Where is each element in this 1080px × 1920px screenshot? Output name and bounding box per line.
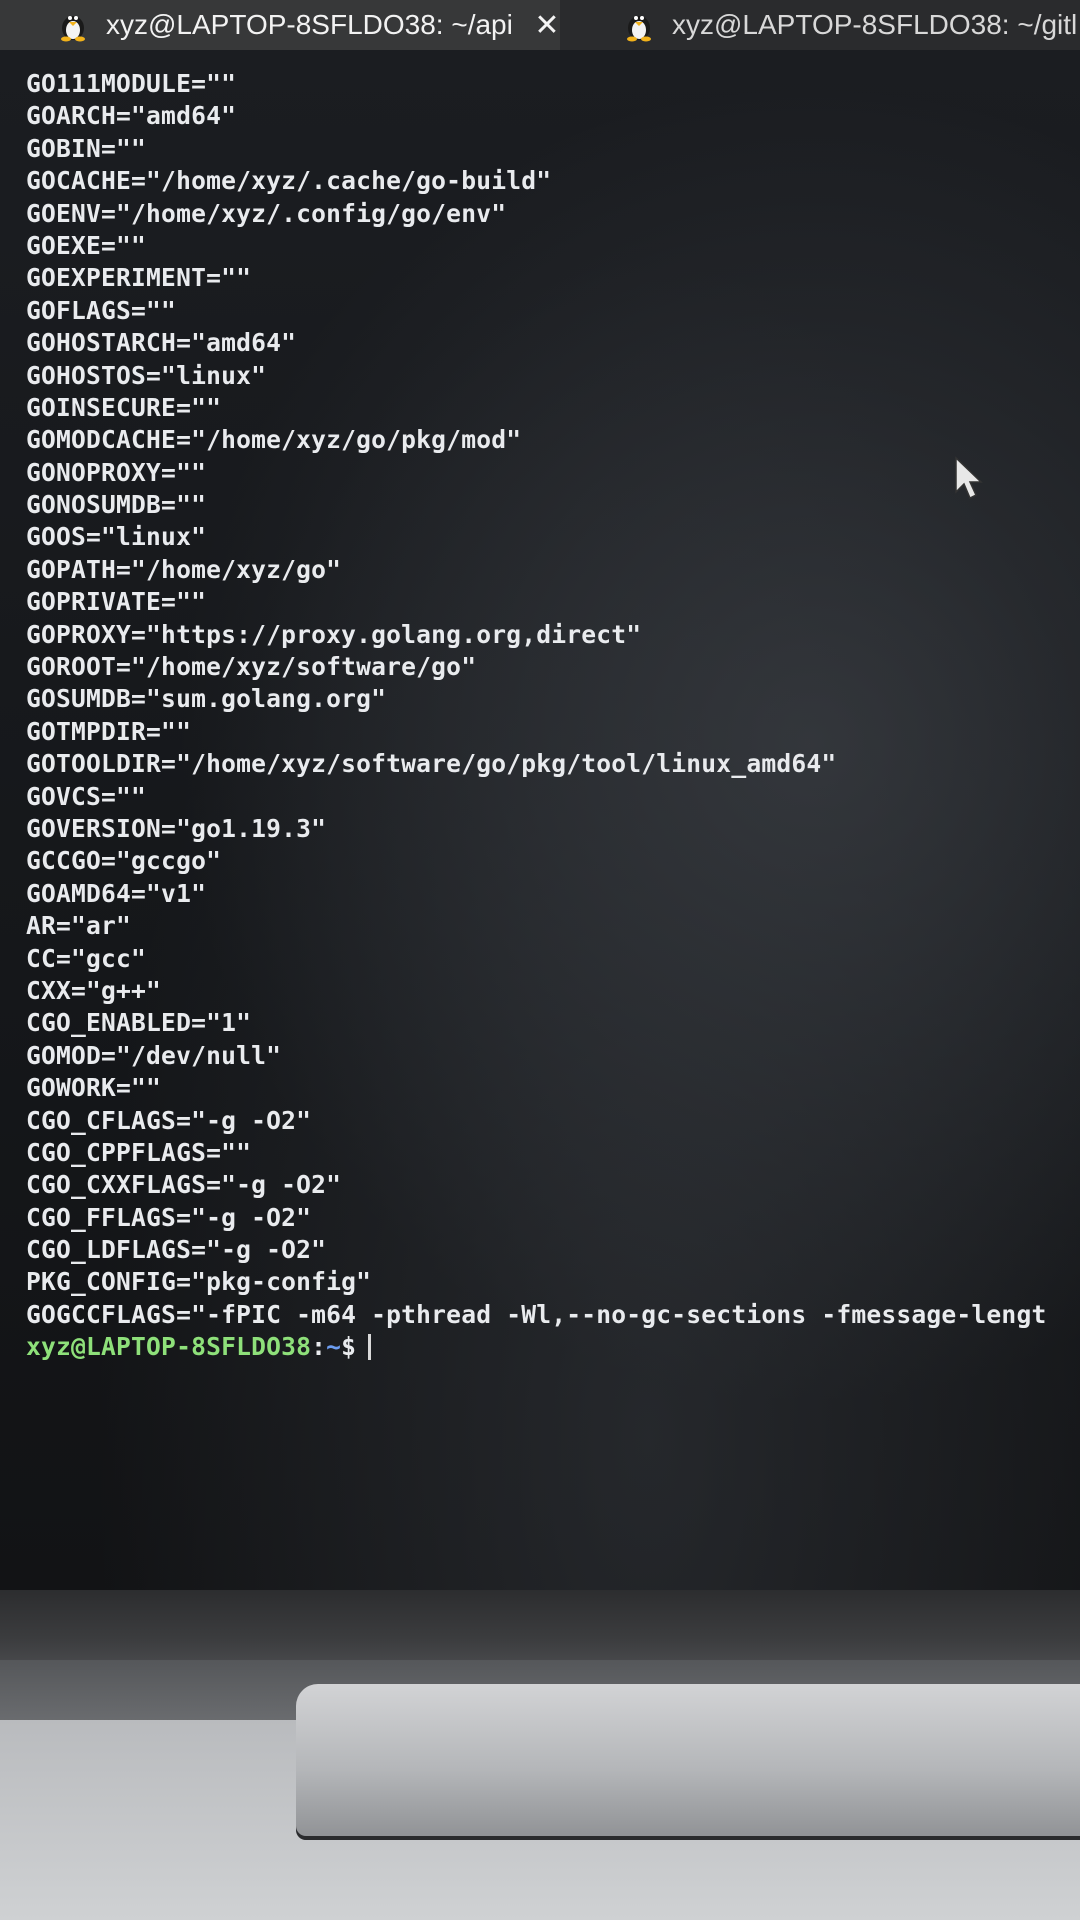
terminal-output-line: CGO_FFLAGS="-g -O2" (26, 1202, 312, 1232)
terminal-output-line: GOENV="/home/xyz/.config/go/env" (26, 198, 507, 228)
terminal-output-line: GONOPROXY="" (26, 457, 207, 487)
terminal-output-line: GOSUMDB="sum.golang.org" (26, 684, 387, 714)
tab-gitl-label: xyz@LAPTOP-8SFLDO38: ~/gitl (672, 9, 1078, 40)
terminal-output-line: CGO_CFLAGS="-g -O2" (26, 1105, 312, 1135)
prompt-path: ~ (326, 1332, 342, 1362)
terminal-output-line: GOMOD="/dev/null" (26, 1040, 282, 1070)
terminal-output-line: GOPROXY="https://proxy.golang.org,direct… (26, 619, 642, 649)
terminal-output-line: GOVERSION="go1.19.3" (26, 813, 327, 843)
laptop-screen: xyz@LAPTOP-8SFLDO38: ~/api ✕ xyz@LAPTOP-… (0, 0, 1080, 1610)
terminal-window[interactable]: GO111MODULE="" GOARCH="amd64" GOBIN="" GOCA… (0, 50, 1080, 1590)
mouse-pointer-icon (955, 456, 983, 500)
terminal-tab-bar: xyz@LAPTOP-8SFLDO38: ~/api ✕ xyz@LAPTOP-… (0, 0, 1080, 50)
terminal-output-line: GOTMPDIR="" (26, 716, 192, 746)
tab-gitl[interactable]: xyz@LAPTOP-8SFLDO38: ~/gitl (600, 0, 1080, 50)
prompt-dollar: $ (341, 1332, 357, 1362)
terminal-output-line: CXX="g++" (26, 975, 162, 1005)
terminal-output-line: GOGCCFLAGS="-fPIC -m64 -pthread -Wl,--no… (26, 1299, 1047, 1329)
terminal-output-line: GOCACHE="/home/xyz/.cache/go-build" (26, 166, 552, 196)
terminal-output: GO111MODULE="" GOARCH="amd64" GOBIN="" GOCA… (26, 68, 1080, 1364)
terminal-output-line: GOINSECURE="" (26, 392, 222, 422)
terminal-output-line: GOPRIVATE="" (26, 587, 207, 617)
terminal-output-line: GOPATH="/home/xyz/go" (26, 554, 342, 584)
tux-penguin-icon (61, 16, 85, 42)
terminal-output-line: CC="gcc" (26, 943, 147, 973)
terminal-output-line: GOAMD64="v1" (26, 878, 207, 908)
terminal-output-line: CGO_CPPFLAGS="" (26, 1137, 252, 1167)
terminal-output-line: GOBIN="" (26, 133, 147, 163)
terminal-output-line: AR="ar" (26, 911, 132, 941)
terminal-output-line: GO111MODULE="" (26, 69, 237, 98)
terminal-output-line: GOTOOLDIR="/home/xyz/software/go/pkg/too… (26, 749, 837, 779)
shell-prompt[interactable]: xyz@LAPTOP-8SFLDO38: ~ $ (26, 1331, 1080, 1363)
prompt-user-host: xyz@LAPTOP-8SFLDO38 (26, 1332, 312, 1362)
terminal-output-line: GOEXPERIMENT="" (26, 263, 252, 293)
terminal-output-line: GOHOSTOS="linux" (26, 360, 267, 390)
terminal-output-line: GOFLAGS="" (26, 295, 177, 325)
text-cursor (368, 1334, 372, 1361)
laptop-lid-edge (296, 1684, 1080, 1840)
tab-api-label: xyz@LAPTOP-8SFLDO38: ~/api (106, 9, 513, 40)
terminal-output-line: GOMODCACHE="/home/xyz/go/pkg/mod" (26, 425, 522, 455)
terminal-output-line: GONOSUMDB="" (26, 490, 207, 520)
terminal-output-line: GOEXE="" (26, 230, 147, 260)
terminal-output-line: GOVCS="" (26, 781, 147, 811)
terminal-output-line: CGO_ENABLED="1" (26, 1008, 252, 1038)
terminal-output-line: CGO_CXXFLAGS="-g -O2" (26, 1170, 342, 1200)
terminal-output-line: CGO_LDFLAGS="-g -O2" (26, 1235, 327, 1265)
screen-bezel (0, 1590, 1080, 1670)
terminal-output-line: GOWORK="" (26, 1073, 162, 1103)
prompt-colon: : (311, 1332, 327, 1362)
terminal-output-line: GOROOT="/home/xyz/software/go" (26, 652, 477, 682)
terminal-output-line: PKG_CONFIG="pkg-config" (26, 1267, 372, 1297)
terminal-output-line: GOHOSTARCH="amd64" (26, 328, 297, 358)
terminal-output-line: GCCGO="gccgo" (26, 846, 222, 876)
terminal-output-line: GOARCH="amd64" (26, 101, 237, 131)
tux-penguin-icon (627, 16, 651, 42)
close-icon[interactable]: ✕ (526, 0, 568, 50)
terminal-output-line: GOOS="linux" (26, 522, 207, 552)
tab-api[interactable]: xyz@LAPTOP-8SFLDO38: ~/api (0, 0, 560, 50)
